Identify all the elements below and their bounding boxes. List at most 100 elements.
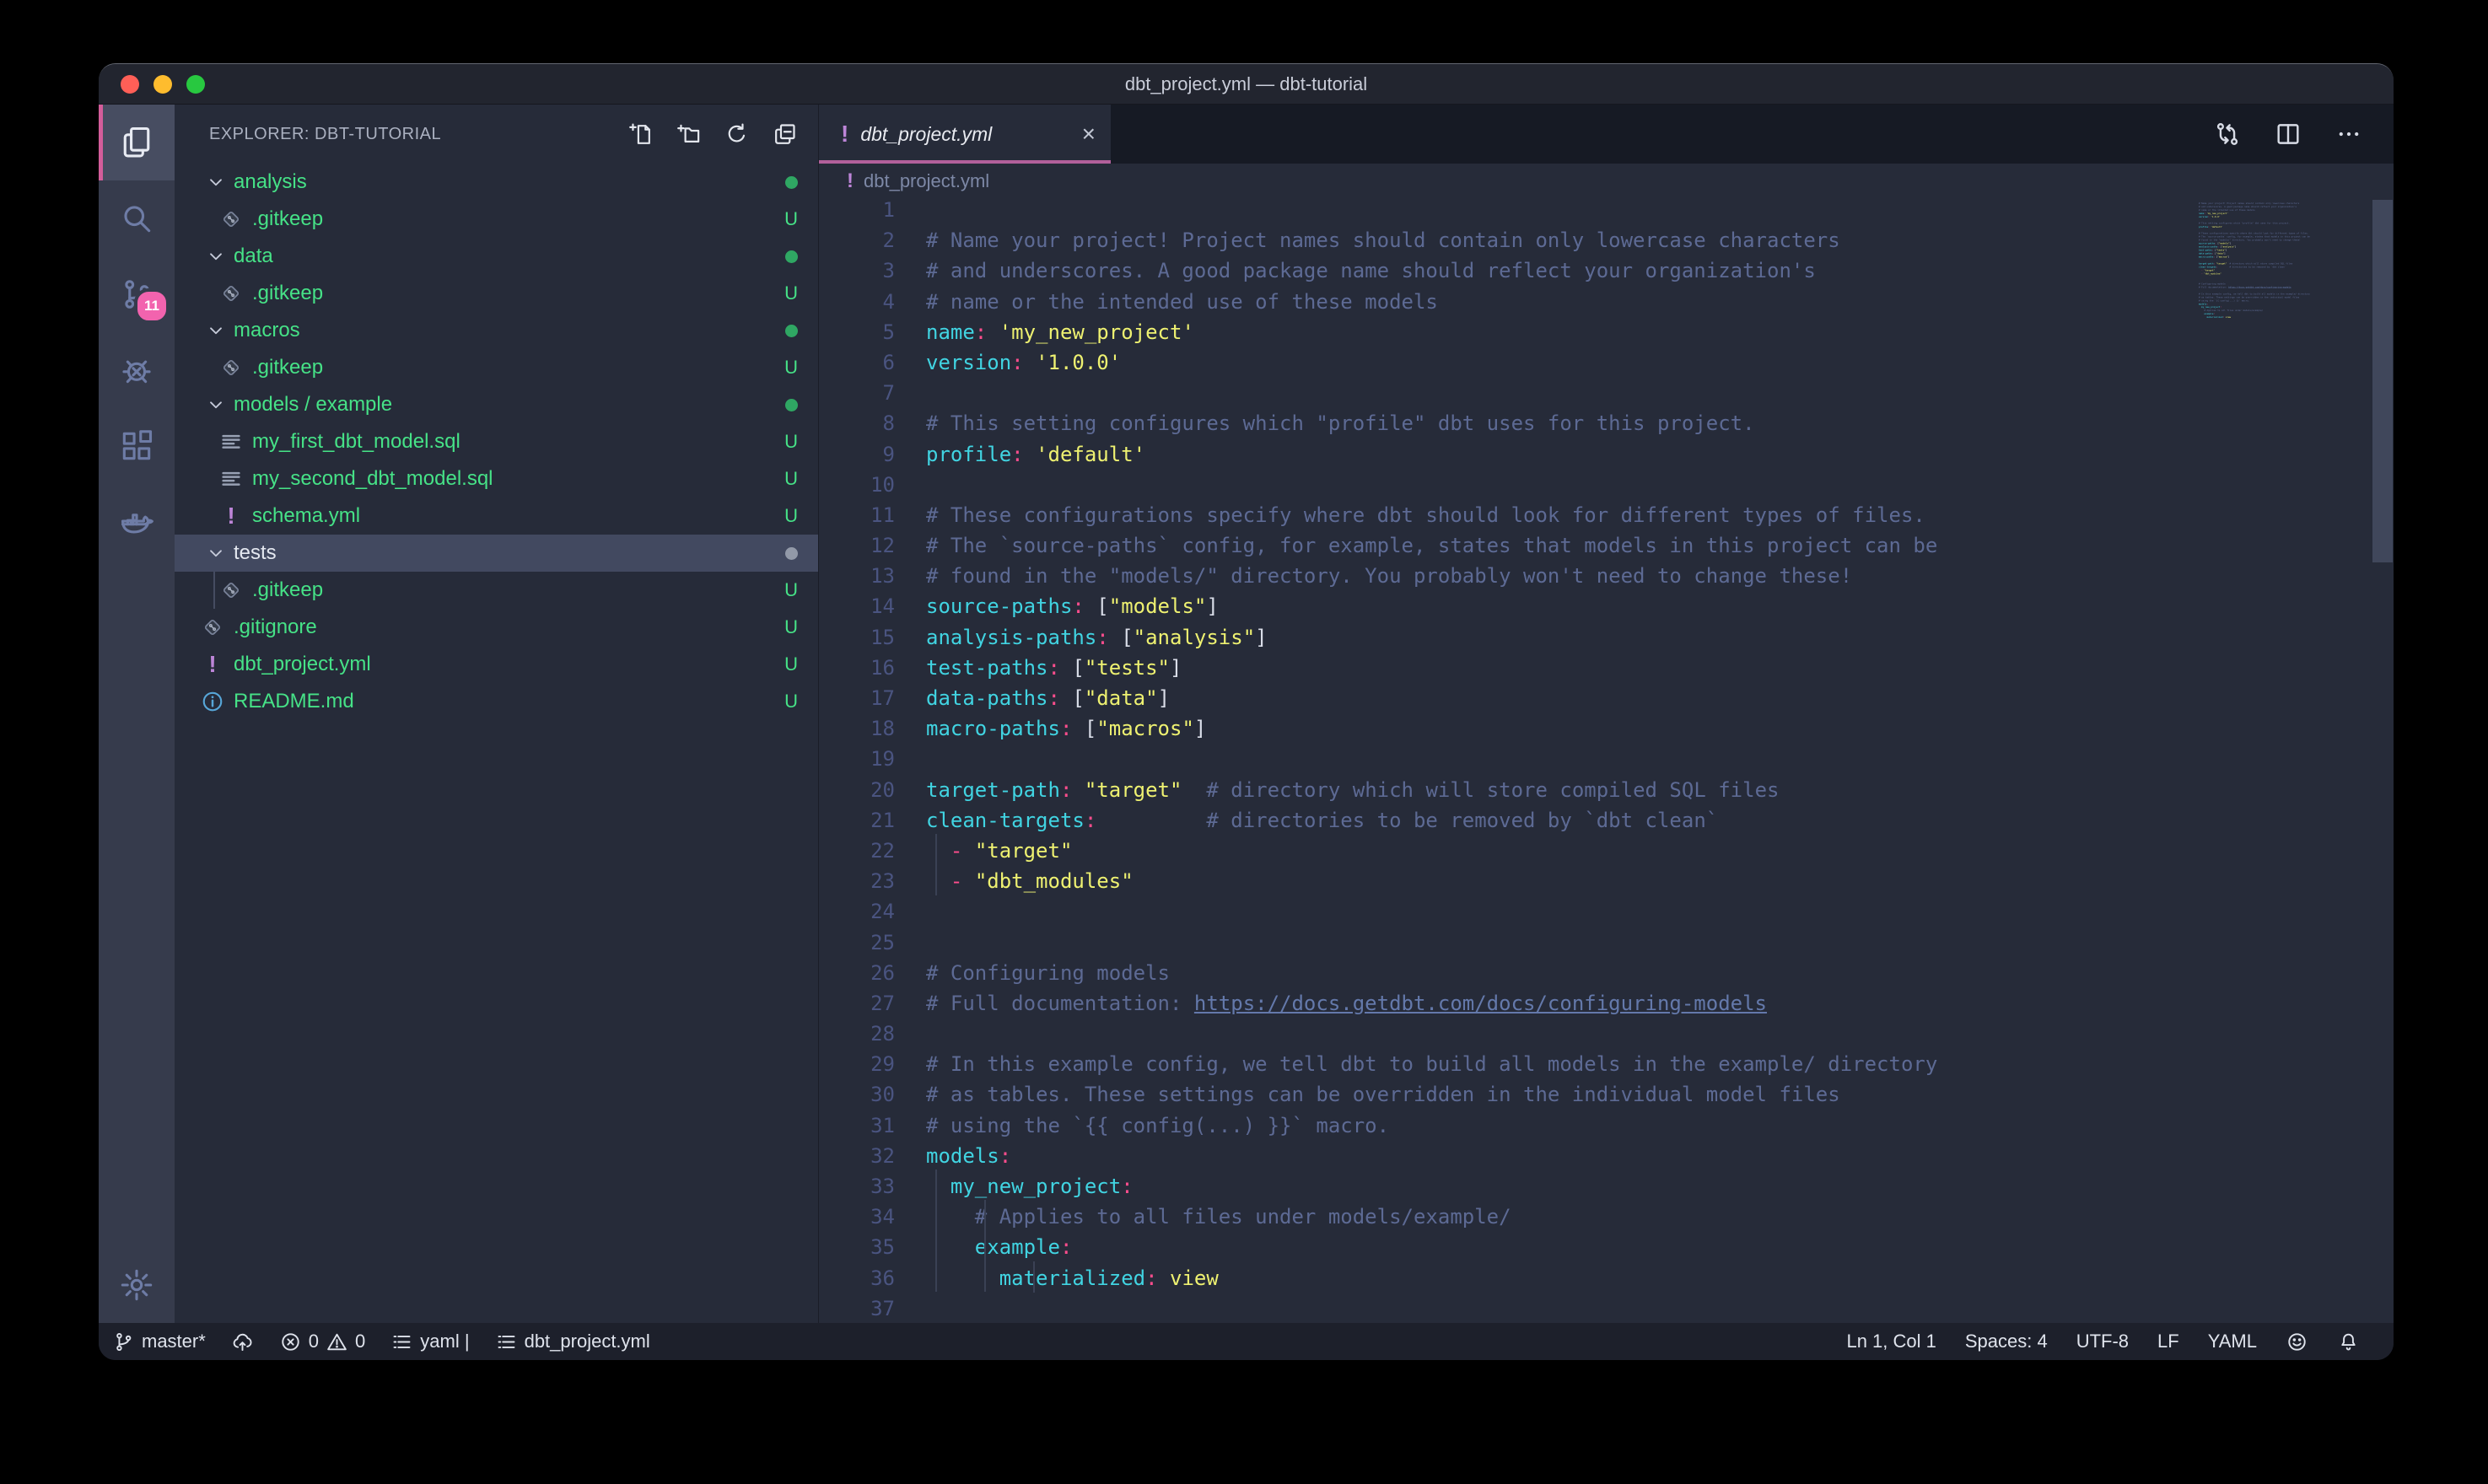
breadcrumb-file-label[interactable]: dbt_project.yml [864, 170, 989, 192]
status-eol[interactable]: LF [2157, 1331, 2179, 1352]
code-line[interactable]: 37 [819, 1293, 1937, 1323]
line-number: 11 [819, 500, 895, 530]
code-line[interactable]: 22 - "target" [819, 836, 1937, 866]
status-problems[interactable]: 00 [279, 1331, 366, 1353]
tree-item-my-second-dbt-model-sql[interactable]: my_second_dbt_model.sqlU [175, 460, 818, 497]
code-line[interactable]: 31# using the `{{ config(...) }}` macro. [819, 1110, 1937, 1141]
tree-item-schema-yml[interactable]: !schema.ymlU [175, 497, 818, 535]
editor-scrollbar[interactable] [2372, 200, 2393, 562]
code-line[interactable]: 4# name or the intended use of these mod… [819, 287, 1937, 317]
code-line[interactable]: 27# Full documentation: https://docs.get… [819, 988, 1937, 1019]
status-encoding[interactable]: UTF-8 [2076, 1331, 2129, 1352]
code-line[interactable]: 26# Configuring models [819, 958, 1937, 988]
file-tree: analysis.gitkeepUdata.gitkeepUmacros.git… [175, 164, 818, 1323]
status-sync[interactable] [231, 1331, 254, 1353]
code-line[interactable]: 34 # Applies to all files under models/e… [819, 1202, 1937, 1232]
tree-item-label: schema.yml [252, 504, 784, 528]
git-modified-dot [785, 325, 798, 337]
code-line[interactable]: 30# as tables. These settings can be ove… [819, 1079, 1937, 1110]
code-line[interactable]: 16test-paths: ["tests"] [819, 653, 1937, 683]
status-indentation[interactable]: Spaces: 4 [1965, 1331, 2048, 1352]
git-status-badge: U [784, 282, 798, 304]
tree-item-macros[interactable]: macros [175, 312, 818, 349]
code-line[interactable]: 8# This setting configures which "profil… [819, 408, 1937, 438]
code-line[interactable]: 32models: [819, 1141, 1937, 1171]
tree-item-my-first-dbt-model-sql[interactable]: my_first_dbt_model.sqlU [175, 423, 818, 460]
status-cursor-position[interactable]: Ln 1, Col 1 [1846, 1331, 1936, 1352]
tree-item-data[interactable]: data [175, 238, 818, 275]
close-tab-icon[interactable]: × [1082, 122, 1096, 146]
new-file-button[interactable] [627, 121, 654, 148]
line-number: 32 [819, 1141, 895, 1171]
code-line[interactable]: 35 example: [819, 1232, 1937, 1262]
code-line[interactable]: 33 my_new_project: [819, 1171, 1937, 1202]
tree-item-models-example[interactable]: models / example [175, 386, 818, 423]
minimize-window-button[interactable] [153, 75, 172, 94]
tab-dbt-project-yml[interactable]: ! dbt_project.yml × [819, 105, 1111, 164]
status-outline-file[interactable]: dbt_project.yml [495, 1331, 650, 1353]
code-line[interactable]: 24 [819, 896, 1937, 927]
tree-item--gitkeep[interactable]: .gitkeepU [175, 201, 818, 238]
code-line[interactable]: 13# found in the "models/" directory. Yo… [819, 561, 1937, 591]
status-feedback[interactable] [2286, 1331, 2308, 1353]
code-line[interactable]: 19 [819, 744, 1937, 774]
code-line[interactable]: 23 - "dbt_modules" [819, 866, 1937, 896]
code-line[interactable]: 9profile: 'default' [819, 439, 1937, 470]
refresh-button[interactable] [724, 121, 750, 148]
status-outline-language[interactable]: yaml | [390, 1331, 469, 1353]
activity-item-extensions[interactable] [99, 408, 175, 484]
code-line[interactable]: 5name: 'my_new_project' [819, 317, 1937, 347]
tree-item--gitkeep[interactable]: .gitkeepU [175, 572, 818, 609]
activity-item-explorer[interactable] [99, 105, 175, 180]
tree-item-tests[interactable]: tests [175, 535, 818, 572]
tree-item-readme-md[interactable]: README.mdU [175, 683, 818, 720]
code-line[interactable]: 18macro-paths: ["macros"] [819, 713, 1937, 744]
yaml-warning-icon: ! [841, 121, 848, 148]
activity-item-settings[interactable] [99, 1247, 175, 1323]
activity-item-source-control[interactable]: 11 [99, 256, 175, 332]
code-line[interactable]: 29# In this example config, we tell dbt … [819, 1049, 1937, 1079]
code-line[interactable]: 1 [819, 198, 1937, 225]
code-line[interactable]: 14source-paths: ["models"] [819, 591, 1937, 621]
code-line[interactable]: 36 materialized: view [819, 1263, 1937, 1293]
split-editor-button[interactable] [2274, 120, 2302, 148]
open-changes-button[interactable] [2213, 120, 2242, 148]
activity-item-docker[interactable] [99, 484, 175, 560]
new-folder-button[interactable] [676, 121, 702, 148]
activity-item-debug[interactable] [99, 332, 175, 408]
minimap[interactable]: 12# Name your project! Project names sho… [2187, 198, 2349, 704]
code-line[interactable]: 21clean-targets: # directories to be rem… [819, 805, 1937, 836]
zoom-window-button[interactable] [186, 75, 205, 94]
collapse-all-button[interactable] [772, 121, 798, 148]
code-line[interactable]: 12# The `source-paths` config, for examp… [819, 530, 1937, 561]
activity-item-search[interactable] [99, 180, 175, 256]
code-line[interactable]: 17data-paths: ["data"] [819, 683, 1937, 713]
code-editor[interactable]: 12# Name your project! Project names sho… [819, 198, 2394, 1323]
tree-item-dbt-project-yml[interactable]: !dbt_project.ymlU [175, 646, 818, 683]
code-line[interactable]: 2# Name your project! Project names shou… [819, 225, 1937, 255]
status-notifications[interactable] [2337, 1331, 2360, 1353]
code-line[interactable]: 3# and underscores. A good package name … [819, 255, 1937, 286]
tree-item--gitkeep[interactable]: .gitkeepU [175, 349, 818, 386]
breadcrumb[interactable]: ! dbt_project.yml [819, 164, 2394, 198]
tree-item-analysis[interactable]: analysis [175, 164, 818, 201]
code-line[interactable]: 11# These configurations specify where d… [819, 500, 1937, 530]
code-line[interactable]: 15analysis-paths: ["analysis"] [819, 622, 1937, 653]
close-window-button[interactable] [121, 75, 139, 94]
tree-item--gitkeep[interactable]: .gitkeepU [175, 275, 818, 312]
status-git-branch[interactable]: master* [112, 1331, 206, 1353]
code-line[interactable]: 6version: '1.0.0' [819, 347, 1937, 378]
status-language-mode[interactable]: YAML [2208, 1331, 2257, 1352]
docs-link[interactable]: https://docs.getdbt.com/docs/configuring… [1194, 992, 1767, 1015]
code-line[interactable]: 28 [819, 1019, 1937, 1049]
git-file-icon [218, 207, 244, 232]
line-number: 37 [819, 1293, 895, 1323]
code-line[interactable]: 25 [819, 928, 1937, 958]
code-line[interactable]: 10 [819, 470, 1937, 500]
git-status-badge: U [784, 208, 798, 230]
line-number: 33 [819, 1171, 895, 1202]
code-line[interactable]: 7 [819, 378, 1937, 408]
tree-item--gitignore[interactable]: .gitignoreU [175, 609, 818, 646]
more-actions-button[interactable] [2335, 120, 2363, 148]
code-line[interactable]: 20target-path: "target" # directory whic… [819, 775, 1937, 805]
